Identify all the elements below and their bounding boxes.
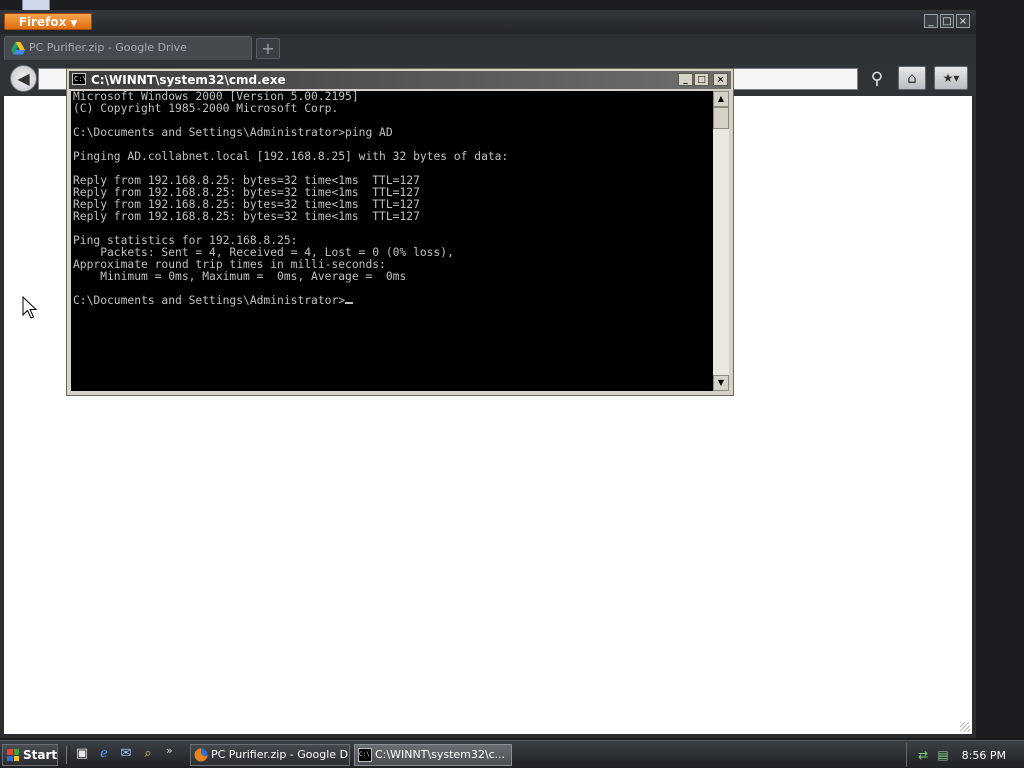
- taskbar: Start ▣ ℯ ✉ ⌕ » PC Purifier.zip - Google…: [0, 740, 1024, 768]
- cmd-maximize-button[interactable]: □: [694, 73, 709, 86]
- firefox-window-controls: _ □ ×: [924, 14, 970, 28]
- outlook-express-icon[interactable]: ✉: [118, 746, 134, 762]
- dropdown-caret-icon: ▼: [70, 19, 78, 29]
- console-line: Minimum = 0ms, Maximum = 0ms, Average = …: [73, 270, 407, 283]
- firefox-close-button[interactable]: ×: [956, 14, 970, 28]
- home-button[interactable]: ⌂: [898, 66, 926, 90]
- taskbar-item-cmd[interactable]: C:\ C:\WINNT\system32\c...: [354, 744, 512, 766]
- search-icon[interactable]: ⚲: [866, 68, 888, 90]
- cmd-console[interactable]: Microsoft Windows 2000 [Version 5.00.219…: [71, 91, 713, 391]
- back-button[interactable]: ◀: [10, 65, 37, 92]
- console-line: (C) Copyright 1985-2000 Microsoft Corp.: [73, 102, 339, 115]
- cmd-output: Microsoft Windows 2000 [Version 5.00.219…: [71, 91, 713, 307]
- scroll-up-button[interactable]: ▲: [713, 91, 729, 107]
- console-line: Pinging AD.collabnet.local [192.168.8.25…: [73, 150, 509, 163]
- windows-logo-icon: [7, 749, 19, 761]
- cmd-icon: C:\: [358, 748, 372, 762]
- mouse-cursor-icon: [22, 296, 38, 319]
- cmd-close-button[interactable]: ×: [713, 73, 728, 86]
- firefox-titlebar[interactable]: Firefox ▼ _ □ ×: [0, 10, 976, 34]
- cmd-minimize-button[interactable]: _: [678, 73, 693, 86]
- cmd-window: C:\ C:\WINNT\system32\cmd.exe _ □ × Micr…: [66, 68, 734, 396]
- cmd-scrollbar[interactable]: ▲ ▼: [713, 91, 729, 391]
- clock[interactable]: 8:56 PM: [962, 749, 1006, 762]
- firefox-maximize-button[interactable]: □: [940, 14, 954, 28]
- cmd-window-controls: _ □ ×: [678, 73, 728, 86]
- show-desktop-icon[interactable]: ▣: [74, 746, 90, 762]
- scroll-thumb[interactable]: [713, 107, 729, 129]
- cmd-titlebar[interactable]: C:\ C:\WINNT\system32\cmd.exe _ □ ×: [69, 71, 731, 89]
- google-drive-icon: [11, 42, 25, 55]
- resize-grip-icon[interactable]: [960, 722, 970, 732]
- back-arrow-icon: ◀: [17, 69, 30, 88]
- new-tab-button[interactable]: +: [256, 38, 280, 59]
- bookmark-star-icon: ★▾: [942, 71, 960, 85]
- internet-explorer-icon[interactable]: ℯ: [96, 746, 112, 762]
- quicklaunch-divider: [66, 746, 70, 764]
- prompt-line: C:\Documents and Settings\Administrator>: [73, 294, 346, 307]
- scroll-down-button[interactable]: ▼: [713, 375, 729, 391]
- firefox-icon: [194, 748, 208, 762]
- firefox-menu-label: Firefox: [18, 15, 67, 29]
- console-line: C:\Documents and Settings\Administrator>…: [73, 126, 393, 139]
- search-files-icon[interactable]: ⌕: [140, 746, 156, 762]
- cmd-system-icon[interactable]: C:\: [72, 73, 87, 85]
- system-tray: ⇄ ▤ 8:56 PM: [906, 743, 1024, 767]
- home-icon: ⌂: [907, 69, 917, 87]
- firefox-menu-button[interactable]: Firefox ▼: [4, 13, 92, 30]
- taskbar-item-firefox[interactable]: PC Purifier.zip - Google Dr...: [190, 744, 350, 766]
- taskbar-item-label: PC Purifier.zip - Google Dr...: [211, 748, 350, 761]
- firefox-tabbar: PC Purifier.zip - Google Drive +: [0, 34, 976, 62]
- network-icon[interactable]: ⇄: [915, 747, 931, 763]
- cmd-window-title: C:\WINNT\system32\cmd.exe: [91, 73, 286, 87]
- text-cursor: [345, 302, 354, 304]
- taskbar-item-label: C:\WINNT\system32\c...: [375, 748, 506, 761]
- tab-google-drive[interactable]: PC Purifier.zip - Google Drive: [4, 36, 252, 60]
- start-label: Start: [23, 748, 58, 762]
- firefox-minimize-button[interactable]: _: [924, 14, 938, 28]
- tab-title: PC Purifier.zip - Google Drive: [29, 41, 187, 54]
- tray-app-icon[interactable]: ▤: [935, 747, 951, 763]
- console-line: Reply from 192.168.8.25: bytes=32 time<1…: [73, 210, 420, 223]
- quicklaunch-more-button[interactable]: »: [166, 744, 173, 757]
- bookmarks-button[interactable]: ★▾: [934, 66, 968, 90]
- start-button[interactable]: Start: [2, 744, 58, 766]
